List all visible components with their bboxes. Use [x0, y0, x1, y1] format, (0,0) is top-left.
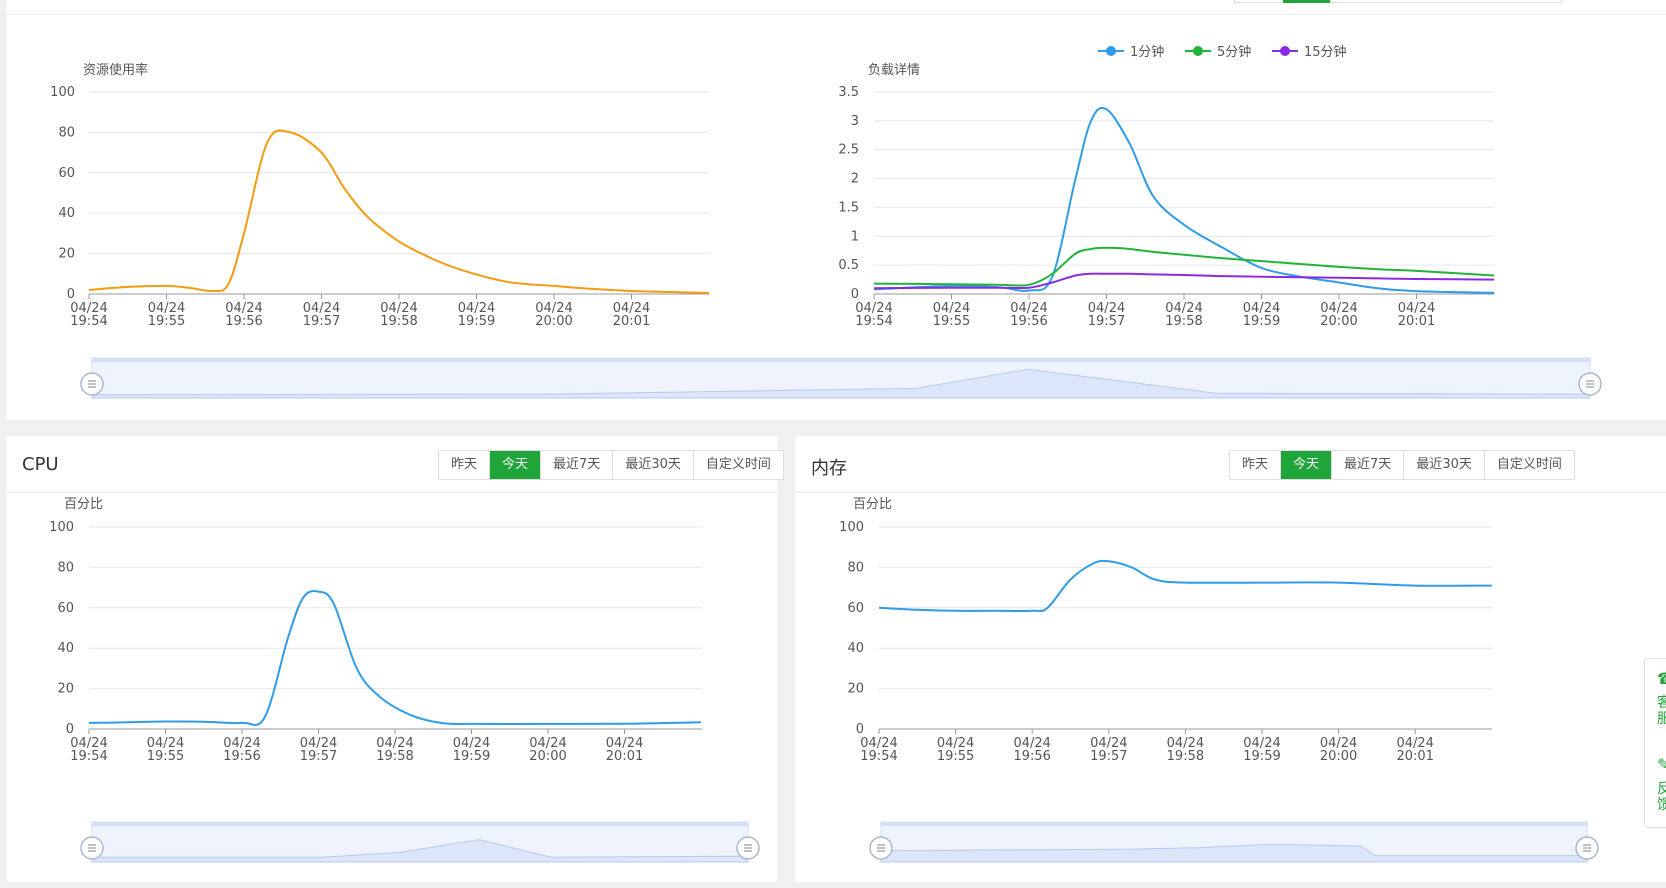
resource-load-panel: 资源使用率 0 20 40 60 80 100 04/24 19:54 04/24 19:55 04/… [6, 0, 1666, 420]
cpu-zoom-slider[interactable] [6, 436, 778, 882]
cpu-panel: CPU 昨天 今天 最近7天 最近30天 自定义时间 百分比 0 20 40 60 80 1… [6, 436, 784, 882]
feedback-icon[interactable]: ✎ [1657, 755, 1666, 774]
headset-icon[interactable]: ☎ [1657, 669, 1666, 688]
feedback-label[interactable]: 反馈 [1657, 781, 1666, 813]
customer-service-label[interactable]: 客服 [1657, 695, 1666, 727]
load-zoom-slider[interactable] [6, 0, 1666, 420]
zoom-top-bar [92, 822, 748, 826]
zoom-top-bar [881, 822, 1587, 826]
memory-zoom-slider[interactable] [795, 436, 1666, 882]
side-float-widget[interactable]: ☎ 客服 ✎ 反馈 [1644, 658, 1666, 828]
zoom-top-bar [92, 358, 1590, 362]
memory-panel: 内存 昨天 今天 最近7天 最近30天 自定义时间 百分比 0 20 40 60 80 10… [795, 436, 1666, 882]
